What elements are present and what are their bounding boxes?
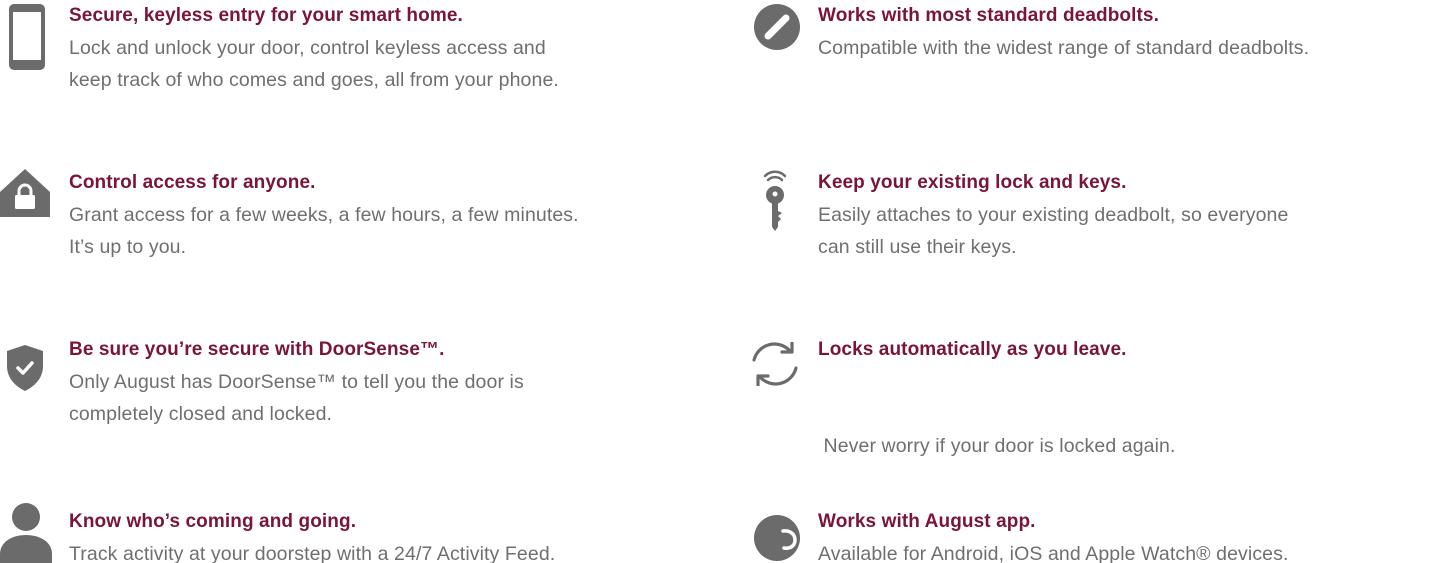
feature-description: Only August has DoorSense™ to tell you t… [69,366,709,430]
feature-description: Compatible with the widest range of stan… [818,32,1452,64]
deadbolt-icon [754,4,800,50]
feature-title: Works with most standard deadbolts. [818,5,1159,26]
feature-keyless-entry: Secure, keyless entry for your smart hom… [0,0,720,110]
feature-description: Grant access for a few weeks, a few hour… [69,199,709,263]
phone-icon [9,4,45,70]
feature-description-line: can still use their keys. [818,236,1017,258]
feature-description-line: Only August has DoorSense™ to tell you t… [69,371,524,393]
features-page: Secure, keyless entry for your smart hom… [0,0,1452,563]
feature-description: Available for Android, iOS and Apple Wat… [818,538,1452,563]
feature-title: Know who’s coming and going. [69,511,357,532]
feature-description-line: Track activity at your doorstep with a 2… [69,543,556,563]
feature-title: Control access for anyone. [69,172,316,193]
feature-description-line: Lock and unlock your door, control keyle… [69,37,546,59]
feature-description-line: Easily attaches to your existing deadbol… [818,204,1289,226]
shield-check-icon [7,345,43,391]
person-icon [0,503,52,563]
feature-description-line: Compatible with the widest range of stan… [818,37,1310,59]
august-app-icon [754,515,800,561]
feature-description-line: Available for Android, iOS and Apple Wat… [818,543,1289,563]
feature-description-line: Grant access for a few weeks, a few hour… [69,204,579,226]
wireless-key-icon [763,170,787,231]
feature-description: Easily attaches to your existing deadbol… [818,199,1452,263]
feature-description-line: Never worry if your door is locked again… [818,435,1176,457]
feature-description-line: It’s up to you. [69,236,187,258]
feature-description-line: completely closed and locked. [69,403,333,425]
feature-description-line: keep track of who comes and goes, all fr… [69,69,559,91]
feature-description: Never worry if your door is locked again… [818,366,1452,526]
feature-title: Works with August app. [818,511,1036,532]
auto-lock-refresh-icon [752,342,798,386]
feature-description: Track activity at your doorstep with a 2… [69,538,709,563]
feature-title: Locks automatically as you leave. [818,339,1127,360]
feature-title: Keep your existing lock and keys. [818,172,1127,193]
home-lock-icon [0,169,50,217]
feature-title: Be sure you’re secure with DoorSense™. [69,339,445,360]
feature-title: Secure, keyless entry for your smart hom… [69,5,463,26]
feature-description: Lock and unlock your door, control keyle… [69,32,709,96]
